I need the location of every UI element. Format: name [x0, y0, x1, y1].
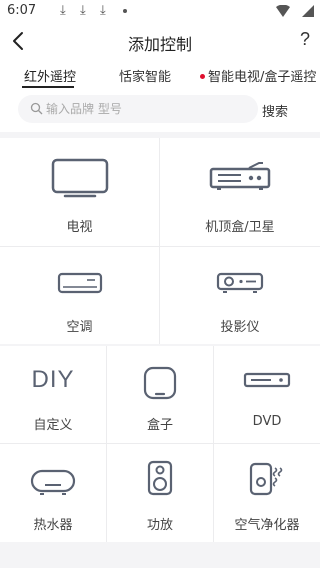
grid-divider — [106, 346, 107, 542]
tab-infrared-remote[interactable]: 红外遥控 — [24, 66, 76, 85]
search-box — [18, 95, 258, 123]
help-icon[interactable]: ? — [300, 29, 310, 50]
tv-icon — [51, 158, 108, 198]
search-input[interactable] — [46, 100, 246, 118]
new-badge-dot — [200, 73, 205, 79]
download-icon: ⤓ — [60, 3, 66, 18]
device-label: DVD — [252, 414, 282, 429]
download-icon: ⤓ — [100, 3, 106, 18]
wifi-icon — [276, 5, 290, 17]
device-grid-bottom: DIY 自定义 盒子 DVD 热水器 功放 空气净化器 — [0, 346, 320, 542]
air-purifier-icon — [249, 462, 283, 496]
device-label: 机顶盒/卫星 — [205, 220, 275, 235]
app-header: 添加控制 ? — [0, 22, 320, 60]
device-label: 盒子 — [146, 418, 173, 433]
device-tile-amplifier[interactable]: 功放 — [107, 444, 213, 542]
status-time: 6:07 — [7, 3, 37, 18]
air-conditioner-icon — [57, 272, 102, 294]
grid-divider — [0, 246, 320, 247]
device-label: 空气净化器 — [234, 518, 300, 533]
grid-divider — [159, 138, 160, 344]
device-label: 热水器 — [33, 518, 73, 533]
active-tab-indicator — [22, 86, 74, 88]
tab-tiezer-smart[interactable]: 恬家智能 — [119, 66, 171, 85]
water-heater-icon — [30, 469, 76, 495]
device-tile-tv[interactable]: 电视 — [0, 138, 159, 246]
device-label: 电视 — [66, 220, 93, 235]
search-button[interactable]: 搜索 — [262, 101, 288, 120]
device-tile-box[interactable]: 盒子 — [107, 346, 213, 443]
set-top-box-icon — [209, 162, 271, 190]
device-tile-dvd[interactable]: DVD — [214, 346, 320, 443]
projector-icon — [216, 272, 264, 293]
notification-dot-icon — [123, 9, 127, 13]
device-tile-projector[interactable]: 投影仪 — [160, 247, 320, 344]
page-title: 添加控制 — [127, 35, 192, 54]
device-label: 投影仪 — [220, 320, 260, 335]
device-label: 功放 — [146, 518, 173, 533]
box-icon — [143, 366, 177, 400]
device-label: 自定义 — [33, 418, 73, 433]
dvd-icon — [243, 372, 291, 388]
search-bar: 搜索 — [0, 90, 320, 132]
device-label: 空调 — [66, 320, 93, 335]
tab-label: 智能电视/盒子遥控 — [208, 70, 317, 85]
search-icon — [30, 102, 43, 115]
device-tile-custom[interactable]: DIY 自定义 — [0, 346, 106, 443]
grid-divider — [213, 346, 214, 542]
signal-icon — [302, 5, 314, 17]
device-tile-air-conditioner[interactable]: 空调 — [0, 247, 159, 344]
device-tile-air-purifier[interactable]: 空气净化器 — [214, 444, 320, 542]
device-tile-water-heater[interactable]: 热水器 — [0, 444, 106, 542]
device-grid-top: 电视 机顶盒/卫星 空调 投影仪 — [0, 138, 320, 344]
status-bar: 6:07 ⤓ ⤓ ⤓ — [0, 0, 320, 22]
tab-smart-tv-box-remote[interactable]: 智能电视/盒子遥控 — [200, 66, 316, 85]
tab-bar: 红外遥控 恬家智能 智能电视/盒子遥控 — [0, 60, 320, 90]
device-tile-set-top-box[interactable]: 机顶盒/卫星 — [160, 138, 320, 246]
amplifier-icon — [147, 460, 173, 496]
grid-divider — [0, 443, 320, 444]
diy-icon: DIY — [31, 366, 75, 393]
download-icon: ⤓ — [80, 3, 86, 18]
